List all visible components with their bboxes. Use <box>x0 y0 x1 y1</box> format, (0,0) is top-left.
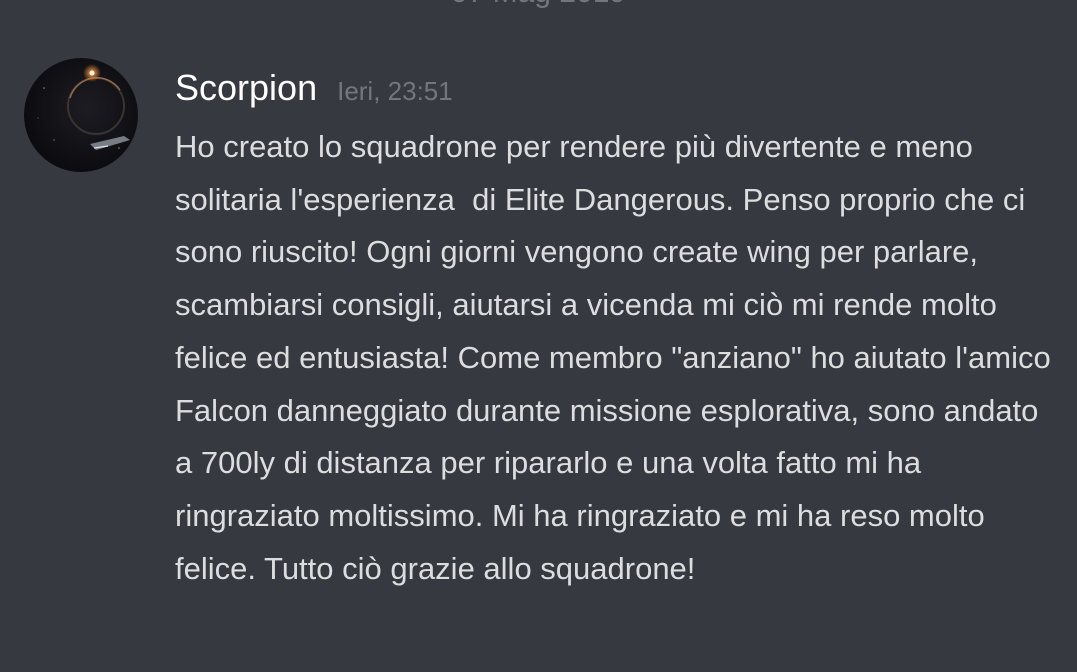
message-header: Scorpion Ieri, 23:51 <box>175 58 1055 118</box>
date-divider: 07 Mag 2019 <box>0 0 1077 8</box>
timestamp: Ieri, 23:51 <box>337 76 453 106</box>
avatar-image <box>37 64 130 150</box>
username[interactable]: Scorpion <box>175 66 317 110</box>
message-content: Scorpion Ieri, 23:51 Ho creato lo squadr… <box>175 58 1055 595</box>
avatar[interactable] <box>24 58 138 172</box>
message-text: Ho creato lo squadrone per rendere più d… <box>175 129 1060 586</box>
